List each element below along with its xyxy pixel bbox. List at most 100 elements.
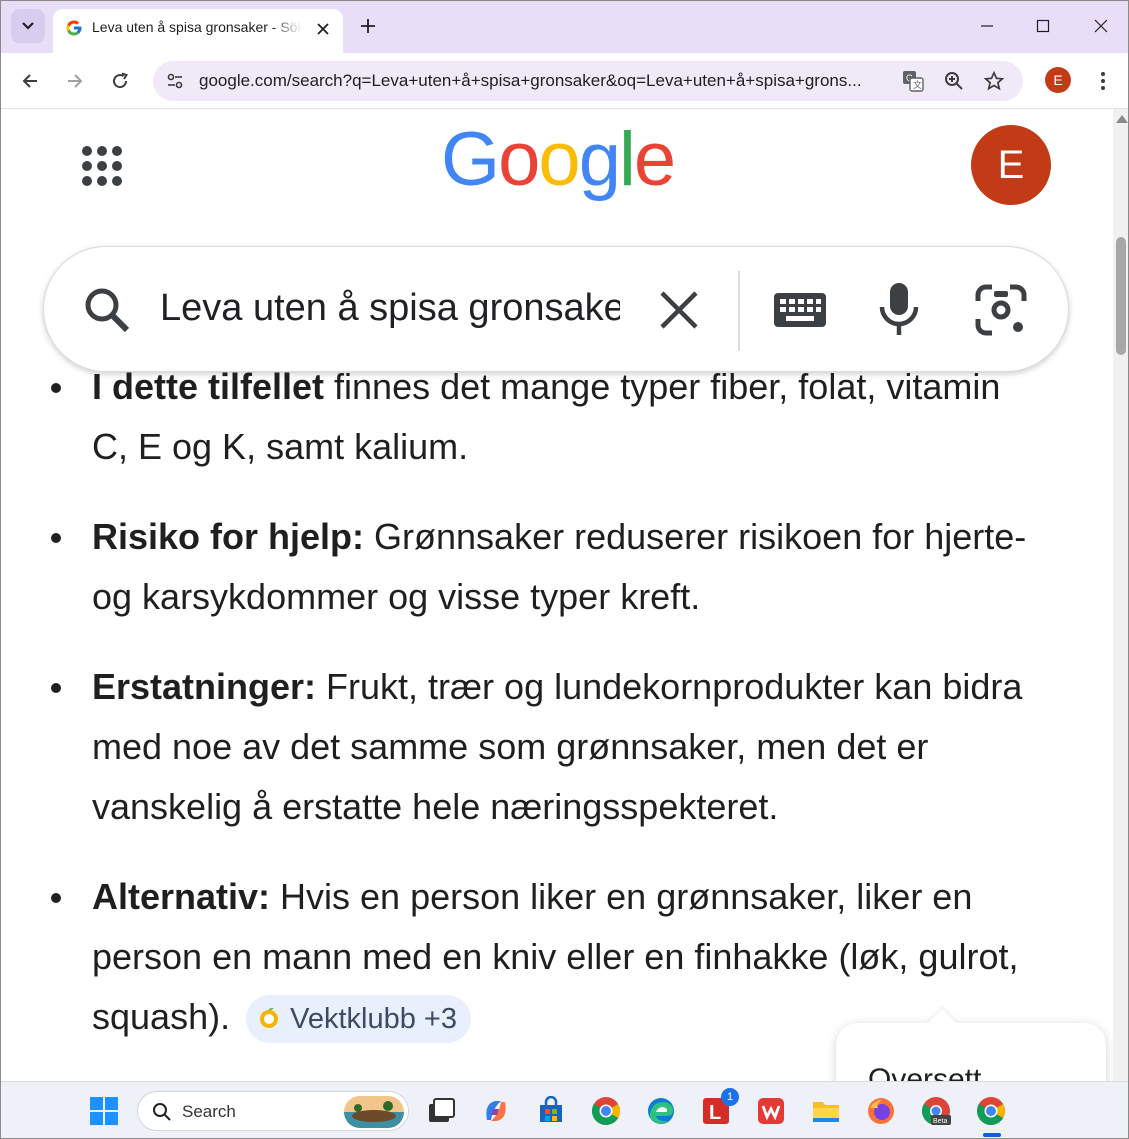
task-view-button[interactable] bbox=[424, 1094, 458, 1128]
firefox-button[interactable] bbox=[864, 1094, 898, 1128]
search-highlight-image bbox=[344, 1096, 404, 1128]
copilot-button[interactable] bbox=[479, 1094, 513, 1128]
tune-icon bbox=[167, 73, 183, 89]
more-vert-icon bbox=[1101, 72, 1105, 90]
scroll-thumb[interactable] bbox=[1116, 237, 1126, 355]
page-content: Google E Leva uten å spisa gronsaker I d… bbox=[1, 109, 1113, 1081]
notification-badge: 1 bbox=[721, 1088, 739, 1106]
google-g-icon bbox=[66, 20, 82, 36]
chrome-active-icon bbox=[977, 1097, 1005, 1125]
lastpass-button[interactable]: L 1 bbox=[699, 1088, 739, 1128]
source-chip[interactable]: Vektklubb +3 bbox=[246, 995, 471, 1044]
chrome-beta-icon: Beta bbox=[922, 1097, 951, 1125]
maximize-icon bbox=[1036, 19, 1050, 33]
zoom-button[interactable] bbox=[942, 69, 966, 93]
chrome-taskbar-button[interactable] bbox=[589, 1094, 623, 1128]
bullet-dot bbox=[51, 893, 61, 903]
minimize-icon bbox=[981, 25, 993, 27]
translate-icon: G文 bbox=[903, 71, 924, 92]
address-bar[interactable]: google.com/search?q=Leva+uten+å+spisa+gr… bbox=[153, 61, 1023, 101]
edge-icon bbox=[648, 1098, 674, 1124]
file-explorer-icon bbox=[813, 1102, 839, 1122]
close-window-button[interactable] bbox=[1088, 13, 1114, 39]
search-icon bbox=[153, 1103, 171, 1121]
copilot-icon bbox=[486, 1101, 506, 1121]
wps-office-icon bbox=[758, 1098, 784, 1124]
bullet-dot bbox=[51, 683, 61, 693]
microsoft-store-icon bbox=[540, 1096, 562, 1122]
active-app-indicator bbox=[983, 1133, 1001, 1137]
maximize-button[interactable] bbox=[1030, 13, 1056, 39]
list-item-heading: Risiko for hjelp: bbox=[92, 516, 365, 557]
google-lens-icon[interactable] bbox=[974, 283, 1028, 337]
list-item: Risiko for hjelp: Grønnsaker reduserer r… bbox=[45, 507, 1045, 627]
arrow-left-icon bbox=[22, 74, 37, 88]
search-input[interactable]: Leva uten å spisa gronsaker bbox=[160, 287, 620, 333]
microsoft-store-button[interactable] bbox=[534, 1094, 568, 1128]
url-text[interactable]: google.com/search?q=Leva+uten+å+spisa+gr… bbox=[199, 71, 899, 91]
minimize-button[interactable] bbox=[974, 13, 1000, 39]
browser-window: Leva uten å spisa gronsaker - Sök google… bbox=[0, 0, 1129, 1139]
bullet-dot bbox=[51, 533, 61, 543]
source-chip-label: Vektklubb +3 bbox=[290, 1003, 457, 1036]
windows-taskbar: Search L 1 Beta bbox=[1, 1081, 1128, 1138]
back-button[interactable] bbox=[16, 67, 44, 95]
svg-text:Google: Google bbox=[441, 127, 673, 202]
list-item-heading: Alternativ: bbox=[92, 876, 271, 917]
google-apps-button[interactable] bbox=[77, 141, 127, 191]
chevron-down-icon bbox=[22, 22, 34, 30]
new-tab-button[interactable] bbox=[355, 13, 381, 39]
star-icon bbox=[984, 71, 1004, 91]
profile-button[interactable]: E bbox=[1045, 67, 1071, 93]
scroll-up-arrow-icon[interactable] bbox=[1116, 115, 1128, 123]
file-explorer-button[interactable] bbox=[809, 1094, 843, 1128]
microphone-icon[interactable] bbox=[874, 279, 924, 339]
page-scrollbar[interactable] bbox=[1113, 109, 1128, 1081]
svg-text:L: L bbox=[709, 1102, 721, 1124]
translate-popup[interactable]: Oversett bbox=[836, 1023, 1106, 1081]
google-logo[interactable]: Google bbox=[441, 127, 673, 213]
chrome-beta-button[interactable]: Beta bbox=[919, 1094, 953, 1128]
reload-icon bbox=[113, 72, 129, 89]
edge-button[interactable] bbox=[644, 1094, 678, 1128]
reload-button[interactable] bbox=[106, 67, 134, 95]
ai-overview-list: I dette tilfellet finnes det mange typer… bbox=[45, 366, 1045, 1077]
beta-label: Beta bbox=[933, 1118, 948, 1125]
bullet-dot bbox=[51, 383, 61, 393]
chrome-icon bbox=[592, 1097, 620, 1125]
tab-title: Leva uten å spisa gronsaker - Sök bbox=[92, 19, 302, 35]
taskbar-search-label: Search bbox=[182, 1102, 236, 1121]
taskbar-search[interactable]: Search bbox=[137, 1091, 409, 1131]
search-icon bbox=[85, 288, 130, 333]
active-tab[interactable]: Leva uten å spisa gronsaker - Sök bbox=[53, 9, 343, 53]
tab-search-button[interactable] bbox=[11, 9, 45, 43]
list-item-heading: I dette tilfellet bbox=[92, 366, 325, 407]
task-view-icon bbox=[429, 1098, 455, 1122]
site-info-button[interactable] bbox=[161, 67, 189, 95]
apps-grid-icon bbox=[82, 146, 122, 186]
list-item: I dette tilfellet finnes det mange typer… bbox=[45, 357, 1045, 477]
chrome-active-button[interactable] bbox=[974, 1094, 1008, 1128]
close-icon bbox=[317, 23, 329, 35]
clear-search-icon[interactable] bbox=[656, 287, 702, 333]
browser-menu-button[interactable] bbox=[1091, 67, 1115, 95]
list-item-heading: Erstatninger: bbox=[92, 666, 317, 707]
vektklubb-icon bbox=[260, 1008, 279, 1029]
tab-strip: Leva uten å spisa gronsaker - Sök bbox=[1, 1, 1128, 53]
keyboard-icon[interactable] bbox=[772, 285, 828, 335]
close-icon bbox=[1094, 19, 1108, 33]
windows-start-icon bbox=[90, 1097, 118, 1125]
start-button[interactable] bbox=[87, 1094, 121, 1128]
list-item: Alternativ: Hvis en person liker en grøn… bbox=[45, 867, 1045, 1047]
account-avatar[interactable]: E bbox=[971, 125, 1051, 205]
bookmark-button[interactable] bbox=[982, 69, 1006, 93]
zoom-in-icon bbox=[945, 72, 963, 90]
search-box[interactable]: Leva uten å spisa gronsaker bbox=[43, 246, 1069, 372]
tab-close-button[interactable] bbox=[311, 17, 335, 41]
translate-popup-label: Oversett bbox=[868, 1063, 982, 1081]
plus-icon bbox=[361, 19, 375, 33]
forward-button[interactable] bbox=[61, 67, 89, 95]
translate-page-button[interactable]: G文 bbox=[901, 69, 925, 93]
wps-office-button[interactable] bbox=[754, 1094, 788, 1128]
search-divider bbox=[738, 271, 740, 351]
